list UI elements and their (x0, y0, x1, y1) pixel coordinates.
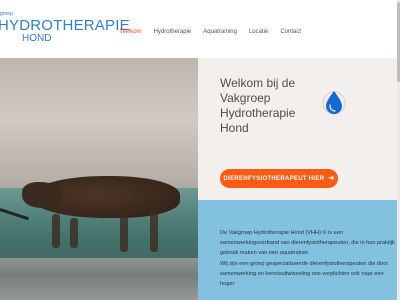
nav-item-hydrotherapie[interactable]: Hydrotherapie (154, 29, 192, 35)
hero-title-line: Hydrotherapie (220, 106, 296, 120)
water-drop-icon (322, 91, 346, 115)
logo-title: HYDROTHERAPIE (0, 17, 130, 34)
intro-info-panel: De Vakgroep Hydrotherapie Hond (VHH) © i… (198, 200, 400, 300)
site-header: groep HYDROTHERAPIE HOND Welkom Hydrothe… (0, 0, 400, 58)
nav-item-locatie[interactable]: Locatie (249, 29, 268, 35)
dog-leg (120, 212, 128, 252)
hero-title-line: Hond (220, 121, 249, 135)
hero-title-line: Vakgroep (220, 91, 271, 105)
find-physiotherapist-button[interactable]: DIERENFYSIOTHERAPEUT HIER ➜ (220, 169, 338, 188)
water-tank-frame (0, 258, 198, 300)
nav-item-aquatraining[interactable]: Aquatraining (203, 29, 237, 35)
intro-paragraph-1: De Vakgroep Hydrotherapie Hond (VHH) © i… (220, 230, 395, 257)
arrow-right-icon: ➜ (328, 175, 335, 182)
site-logo[interactable]: groep HYDROTHERAPIE HOND (0, 12, 130, 44)
hero-welcome-panel: Welkom bij de Vakgroep Hydrotherapie Hon… (198, 58, 400, 200)
logo-subtitle: HOND (22, 33, 52, 44)
nav-item-welkom[interactable]: Welkom (120, 29, 142, 35)
dog-leg (150, 208, 158, 252)
dog-head (22, 182, 62, 208)
cta-label: DIERENFYSIOTHERAPEUT HIER (223, 175, 325, 182)
intro-text: De Vakgroep Hydrotherapie Hond (VHH) © i… (220, 228, 396, 289)
nav-item-contact[interactable]: Contact (280, 29, 301, 35)
hero-title: Welkom bij de Vakgroep Hydrotherapie Hon… (220, 76, 330, 136)
intro-paragraph-2: Wij zijn een groep gespecialiseerde dier… (220, 260, 389, 288)
hero-title-line: Welkom bij de (220, 76, 296, 90)
dog-leg (70, 218, 78, 248)
main-navigation: Welkom Hydrotherapie Aquatraining Locati… (120, 29, 301, 35)
hero-photo (0, 58, 198, 300)
dog-leg (52, 214, 60, 248)
